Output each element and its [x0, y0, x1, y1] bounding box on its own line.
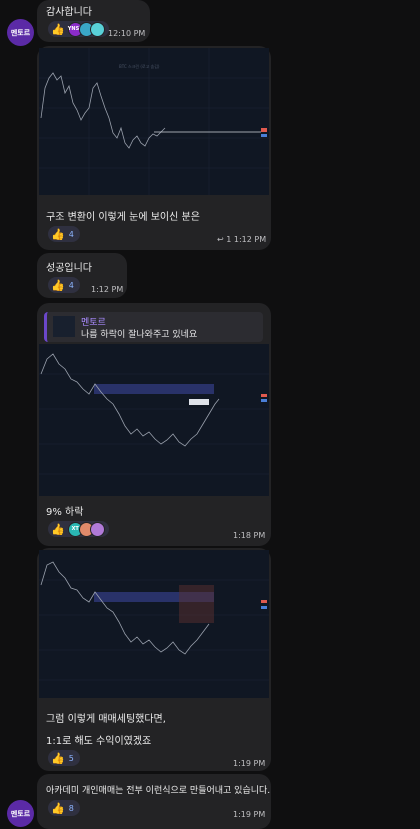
message-bubble: 그럼 이렇게 매매세팅했다면, 1:1로 해도 수익이였겠죠 👍 5 1:19 …: [37, 548, 271, 771]
message-text: 구조 변환이 이렇게 눈에 보이신 분은: [46, 212, 200, 223]
reaction-count: 5: [68, 753, 74, 763]
reaction-count: 8: [68, 803, 74, 813]
reply-indicator[interactable]: ↩ 1 1:12 PM: [217, 235, 266, 244]
thumbs-up-icon: 👍: [51, 227, 65, 241]
reactions: 👍 8: [48, 800, 80, 816]
reaction-button[interactable]: 👍 YNS3: [48, 21, 109, 37]
avatar[interactable]: 멘토르: [7, 19, 34, 46]
message-bubble: BTC 스크린 (로고 숨김) 구조 변환이 이렇게 눈에 보이신 분은 👍 4…: [37, 46, 271, 250]
chart-image[interactable]: [39, 344, 269, 496]
timestamp: 1:19 PM: [233, 810, 266, 819]
thumbs-up-icon: 👍: [51, 751, 65, 765]
message-text: 성공입니다: [46, 263, 92, 274]
reaction-button[interactable]: 👍 4: [48, 277, 80, 293]
thumbs-up-icon: 👍: [51, 522, 65, 536]
reactions: 👍 XT: [48, 521, 109, 537]
avatar[interactable]: 멘토르: [7, 800, 34, 827]
reaction-button[interactable]: 👍 4: [48, 226, 80, 242]
message-text: 9% 하락: [46, 507, 84, 518]
reply-thumbnail: [53, 316, 75, 337]
thumbs-up-icon: 👍: [51, 801, 65, 815]
message-text: 아카데미 개인매매는 전부 이런식으로 만들어내고 있습니다.: [46, 786, 271, 796]
message-bubble: 감사합니다 👍 YNS3 12:10 PM: [37, 0, 150, 42]
reaction-button[interactable]: 👍 5: [48, 750, 80, 766]
thumbs-up-icon: 👍: [51, 278, 65, 292]
reaction-count: 4: [68, 280, 74, 290]
timestamp: 1:19 PM: [233, 759, 266, 768]
chart-image[interactable]: BTC 스크린 (로고 숨김): [39, 48, 269, 195]
reactions: 👍 5: [48, 750, 80, 766]
chart-watermark: BTC 스크린 (로고 숨김): [119, 63, 160, 69]
timestamp: 12:10 PM: [108, 29, 146, 38]
message-text: 1:1로 해도 수익이였겠죠: [46, 736, 152, 747]
reaction-button[interactable]: 👍 8: [48, 800, 80, 816]
reply-count: 1: [226, 235, 232, 244]
reply-quote[interactable]: 멘토르 나름 하락이 잘나와주고 있네요: [44, 312, 263, 342]
reactions: 👍 4: [48, 277, 80, 293]
message-bubble: 아카데미 개인매매는 전부 이런식으로 만들어내고 있습니다. 👍 8 1:19…: [37, 774, 271, 829]
message-text: 그럼 이렇게 매매세팅했다면,: [46, 714, 166, 725]
reactor-avatar: [89, 521, 105, 537]
reply-text: 나름 하락이 잘나와주고 있네요: [81, 330, 198, 340]
reaction-count: 4: [68, 229, 74, 239]
timestamp: 1:12 PM: [91, 285, 124, 294]
timestamp: 1:12 PM: [233, 235, 267, 244]
message-text: 감사합니다: [46, 7, 92, 18]
reactor-avatar: [89, 21, 105, 37]
reactions: 👍 4: [48, 226, 80, 242]
reactions: 👍 YNS3: [48, 21, 109, 37]
message-bubble: 성공입니다 👍 4 1:12 PM: [37, 253, 127, 298]
reaction-button[interactable]: 👍 XT: [48, 521, 109, 537]
thumbs-up-icon: 👍: [51, 22, 65, 36]
chart-image[interactable]: [39, 550, 269, 698]
timestamp: 1:18 PM: [233, 531, 266, 540]
reply-arrow-icon: ↩: [217, 235, 224, 244]
